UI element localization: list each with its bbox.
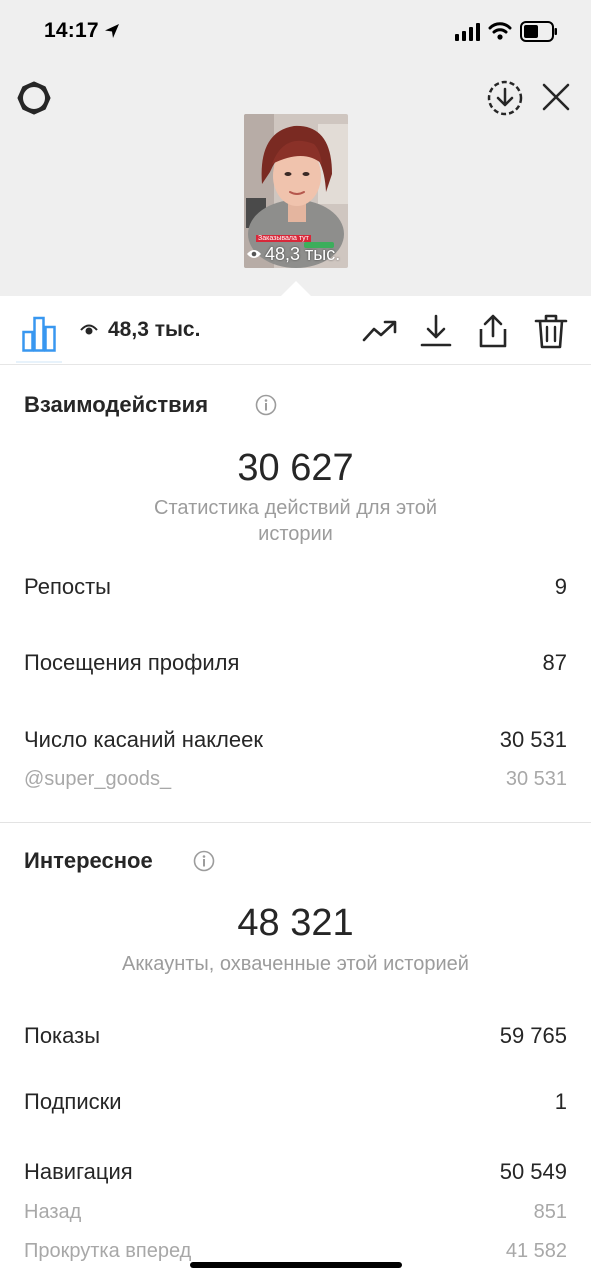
info-icon[interactable] bbox=[255, 394, 277, 416]
status-time: 14:17 bbox=[44, 19, 99, 42]
section-divider bbox=[0, 822, 591, 823]
forward-value: 41 582 bbox=[505, 1240, 567, 1262]
share-icon bbox=[479, 314, 507, 348]
profile-visits-value: 87 bbox=[542, 650, 567, 675]
sticker-mention-value: 30 531 bbox=[505, 768, 567, 790]
sticker-mention-label[interactable]: @super_goods_ bbox=[24, 768, 171, 791]
trash-icon bbox=[534, 314, 568, 349]
close-icon bbox=[542, 83, 570, 111]
story-header-area: 14:17 Заказывала тут 48,3 тыс. bbox=[0, 0, 591, 296]
eye-icon bbox=[80, 324, 98, 335]
download-icon bbox=[420, 314, 452, 347]
sticker-taps-label: Число касаний наклеек bbox=[24, 727, 263, 752]
discovery-caption: Аккаунты, охваченные этой историей bbox=[122, 953, 469, 975]
interactions-caption: Статистика действий для этой истории bbox=[154, 497, 437, 545]
close-button[interactable] bbox=[540, 80, 572, 114]
eye-icon bbox=[247, 250, 261, 258]
interactions-total: 30 627 bbox=[237, 447, 354, 489]
share-button[interactable] bbox=[474, 312, 512, 350]
discovery-total: 48 321 bbox=[237, 902, 354, 944]
story-thumbnail[interactable]: Заказывала тут 48,3 тыс. bbox=[244, 114, 348, 268]
gear-icon bbox=[17, 81, 51, 115]
profile-visits-label: Посещения профиля bbox=[24, 650, 240, 675]
story-views-overlay: 48,3 тыс. bbox=[246, 244, 348, 264]
info-icon[interactable] bbox=[193, 850, 215, 872]
interactions-title: Взаимодействия bbox=[24, 392, 209, 417]
back-value: 851 bbox=[533, 1201, 567, 1223]
insights-trend-button[interactable] bbox=[360, 312, 398, 350]
selection-pointer bbox=[281, 281, 311, 296]
download-circle-icon bbox=[487, 80, 523, 116]
follows-label: Подписки bbox=[24, 1089, 122, 1114]
impressions-label: Показы bbox=[24, 1023, 101, 1048]
navigation-label: Навигация bbox=[24, 1159, 133, 1184]
follows-value: 1 bbox=[554, 1089, 567, 1114]
views-summary: 48,3 тыс. bbox=[80, 318, 200, 342]
wifi-icon bbox=[488, 22, 512, 40]
status-bar: 14:17 bbox=[0, 0, 591, 64]
bar-chart-icon bbox=[22, 316, 56, 352]
story-views-text: 48,3 тыс. bbox=[265, 243, 341, 264]
sticker-taps-value: 30 531 bbox=[499, 727, 567, 752]
home-indicator[interactable] bbox=[190, 1262, 402, 1268]
save-story-button[interactable] bbox=[486, 79, 524, 117]
story-sticker: Заказывала тут bbox=[256, 235, 311, 242]
navigation-value: 50 549 bbox=[499, 1159, 567, 1184]
signal-icon bbox=[455, 23, 480, 41]
forward-label: Прокрутка вперед bbox=[24, 1240, 192, 1262]
download-button[interactable] bbox=[417, 312, 455, 350]
reposts-label: Репосты bbox=[24, 574, 111, 599]
tab-active-indicator bbox=[16, 361, 62, 363]
impressions-value: 59 765 bbox=[499, 1023, 567, 1048]
discovery-title: Интересное bbox=[24, 848, 153, 873]
trend-icon bbox=[362, 320, 397, 342]
delete-button[interactable] bbox=[532, 312, 570, 350]
reposts-value: 9 bbox=[554, 574, 567, 599]
story-toolbar: 48,3 тыс. bbox=[0, 296, 591, 365]
battery-icon bbox=[520, 21, 557, 42]
tab-statistics[interactable] bbox=[16, 302, 62, 363]
location-arrow-icon bbox=[105, 24, 119, 38]
back-label: Назад bbox=[24, 1201, 82, 1223]
settings-button[interactable] bbox=[14, 78, 54, 118]
views-count: 48,3 тыс. bbox=[108, 318, 201, 341]
